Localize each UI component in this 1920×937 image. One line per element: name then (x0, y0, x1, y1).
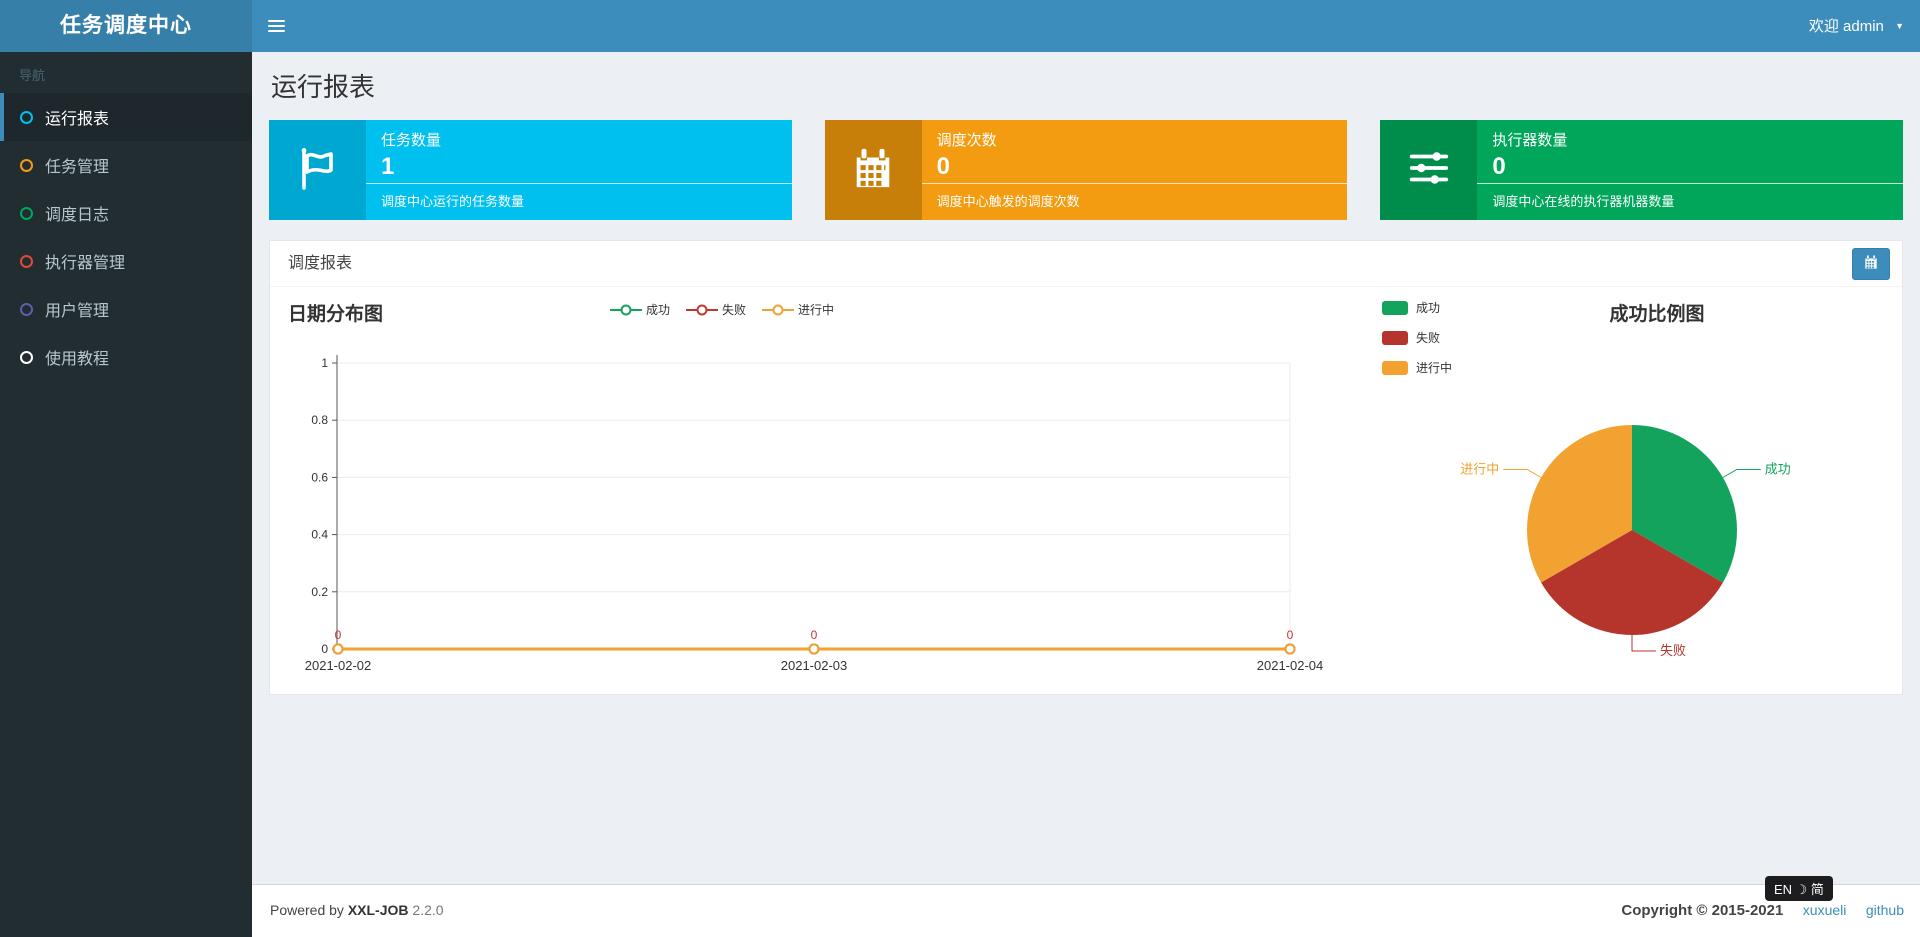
date-distribution-line-chart: 0 0.2 0.4 0.6 0.8 1 2021-02-02 2021-02-03 2021-0… (305, 355, 1324, 673)
sidebar-item-job-log[interactable]: 调度日志 (0, 189, 252, 237)
svg-text:2021-02-02: 2021-02-02 (305, 658, 372, 673)
svg-text:2021-02-04: 2021-02-04 (1257, 658, 1324, 673)
brand-name: XXL-JOB (347, 902, 409, 918)
ime-indicator-badge[interactable]: EN ☽ 简 (1765, 876, 1833, 901)
pie-legend-label: 失败 (1416, 331, 1441, 345)
svg-text:0: 0 (321, 642, 328, 656)
sidebar: 导航 运行报表 任务管理 调度日志 执行器管理 用户管理 使用教程 (0, 52, 252, 937)
line-legend-label: 进行中 (798, 303, 835, 317)
line-chart-legend[interactable]: 成功 失败 进行中 (610, 301, 834, 318)
sidebar-toggle-button[interactable] (252, 0, 300, 52)
sidebar-item-label: 使用教程 (45, 351, 110, 368)
line-legend-marker-icon (686, 304, 719, 315)
line-legend-marker-icon (762, 304, 795, 315)
main-content: 运行报表 任务数量 1 调度中心运行的任务数量 调度次数 0 调度中心触发的调度… (252, 52, 1920, 884)
circle-outline-icon (20, 206, 33, 220)
schedule-report-panel: 调度报表 日期分布图 成功 失败 进行中 0 0.2 0.4 0.6 0.8 1 2021-02… (269, 240, 1903, 695)
stat-card-value: 0 (936, 153, 951, 180)
line-chart-title: 日期分布图 (288, 304, 384, 325)
stat-card-title: 执行器数量 (1492, 132, 1568, 149)
pie-legend-swatch-icon (1382, 360, 1408, 375)
pie-chart-title: 成功比例图 (1609, 304, 1705, 325)
footer-link-github[interactable]: github (1866, 902, 1904, 918)
svg-text:0.8: 0.8 (311, 413, 328, 427)
stat-card-desc: 调度中心在线的执行器机器数量 (1492, 194, 1675, 209)
sidebar-item-label: 调度日志 (45, 207, 110, 224)
user-dropdown[interactable]: 欢迎 admin ▼ (1809, 0, 1904, 52)
svg-text:进行中: 进行中 (1460, 462, 1499, 477)
line-legend-marker-icon (610, 304, 642, 315)
svg-text:2021-02-03: 2021-02-03 (781, 658, 848, 673)
stat-card-title: 调度次数 (936, 132, 997, 149)
page-title: 运行报表 (271, 72, 376, 102)
calendar-icon (1863, 254, 1879, 275)
version-label: 2.2.0 (412, 902, 444, 918)
svg-text:0: 0 (1287, 628, 1294, 642)
svg-text:0: 0 (335, 628, 342, 642)
stat-card-job-count: 任务数量 1 调度中心运行的任务数量 (269, 120, 792, 220)
svg-text:0.2: 0.2 (311, 585, 328, 599)
pie-legend-item-0[interactable]: 成功 (1382, 299, 1452, 316)
circle-outline-icon (20, 254, 33, 268)
svg-text:0: 0 (811, 628, 818, 642)
stat-card-desc: 调度中心运行的任务数量 (381, 194, 525, 209)
success-ratio-pie-chart: 成功失败 进行中 (1460, 425, 1791, 658)
sidebar-item-label: 执行器管理 (45, 255, 126, 272)
sidebar-nav-header: 导航 (19, 68, 46, 83)
circle-outline-icon (20, 110, 33, 124)
sidebar-item-job-manage[interactable]: 任务管理 (0, 141, 252, 189)
svg-text:0.4: 0.4 (311, 528, 328, 542)
copyright-text: Copyright © 2015-2021 (1621, 902, 1784, 919)
svg-text:成功: 成功 (1765, 462, 1791, 477)
stat-card-desc: 调度中心触发的调度次数 (936, 194, 1080, 209)
circle-outline-icon (20, 350, 33, 364)
sidebar-item-label: 运行报表 (45, 111, 110, 128)
line-legend-item-0[interactable]: 成功 (610, 301, 670, 318)
app-logo: 任务调度中心 (0, 0, 252, 52)
sidebar-item-label: 用户管理 (45, 303, 110, 320)
circle-outline-icon (20, 158, 33, 172)
line-legend-label: 成功 (646, 303, 671, 317)
line-legend-item-2[interactable]: 进行中 (762, 301, 834, 318)
pie-legend-swatch-icon (1382, 330, 1408, 345)
sidebar-item-help[interactable]: 使用教程 (0, 333, 252, 381)
date-range-button[interactable] (1852, 248, 1890, 280)
svg-text:失败: 失败 (1660, 643, 1686, 658)
footer: Powered by XXL-JOB 2.2.0 Copyright © 201… (252, 884, 1920, 937)
line-legend-label: 失败 (722, 303, 747, 317)
top-navbar: 任务调度中心 欢迎 admin ▼ (0, 0, 1920, 52)
stat-card-executor-count: 执行器数量 0 调度中心在线的执行器机器数量 (1380, 120, 1904, 220)
stat-card-value: 1 (381, 153, 395, 180)
caret-down-icon: ▼ (1895, 21, 1904, 31)
sidebar-item-label: 任务管理 (45, 159, 110, 176)
stat-cards-row: 任务数量 1 调度中心运行的任务数量 调度次数 0 调度中心触发的调度次数 执行… (269, 120, 1904, 220)
line-legend-item-1[interactable]: 失败 (686, 301, 746, 318)
panel-title: 调度报表 (288, 255, 353, 272)
stat-card-value: 0 (1492, 153, 1506, 180)
sidebar-item-executor-manage[interactable]: 执行器管理 (0, 237, 252, 285)
svg-text:0.6: 0.6 (311, 470, 328, 484)
calendar-icon (850, 145, 896, 196)
stat-card-trigger-count: 调度次数 0 调度中心触发的调度次数 (824, 120, 1348, 220)
pie-legend-swatch-icon (1382, 300, 1408, 315)
app-root: 任务调度中心 欢迎 admin ▼ 导航 运行报表 任务管理 调度日志 执行器管… (0, 0, 1920, 937)
stat-card-title: 任务数量 (381, 132, 442, 149)
pie-legend-item-1[interactable]: 失败 (1382, 329, 1452, 346)
svg-text:1: 1 (321, 356, 328, 370)
welcome-text: 欢迎 admin (1808, 18, 1884, 35)
sidebar-item-job-report[interactable]: 运行报表 (0, 93, 252, 141)
sliders-icon (1406, 145, 1452, 196)
footer-powered-by: Powered by XXL-JOB 2.2.0 (270, 902, 444, 918)
circle-outline-icon (20, 302, 33, 316)
footer-link-xuxueli[interactable]: xuxueli (1803, 902, 1847, 918)
pie-legend-label: 成功 (1416, 301, 1441, 315)
flag-icon (294, 144, 342, 197)
sidebar-item-user-manage[interactable]: 用户管理 (0, 285, 252, 333)
